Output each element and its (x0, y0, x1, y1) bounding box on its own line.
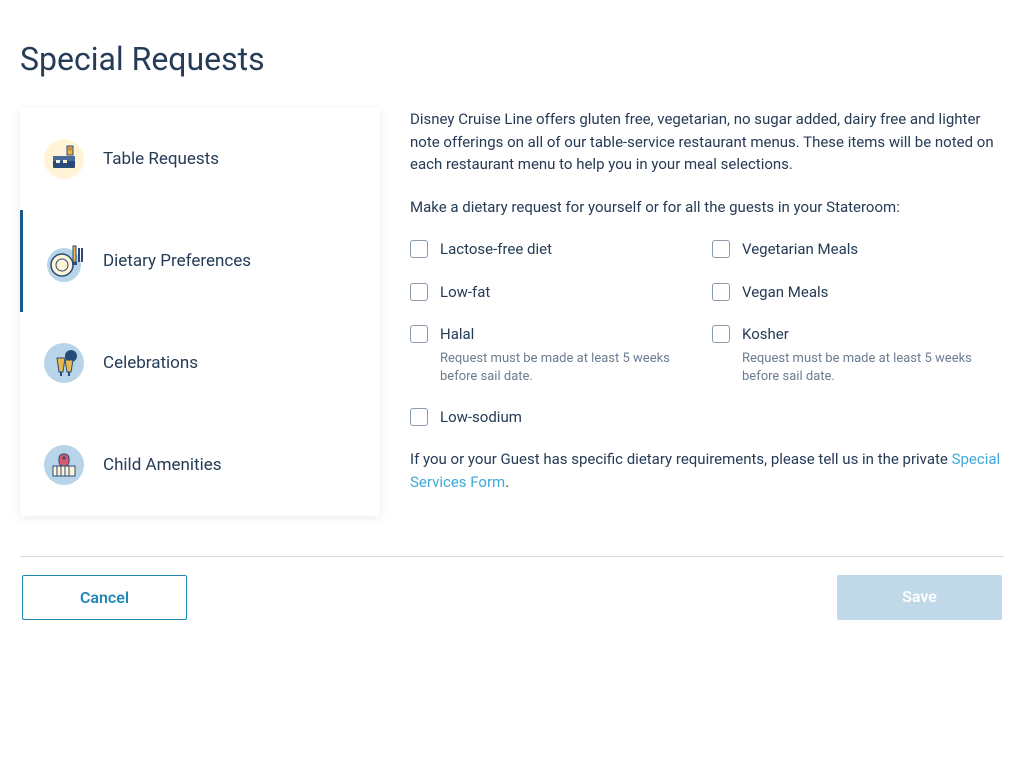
layout: Table Requests Dietary Preferences (20, 108, 1004, 516)
table-icon (43, 138, 85, 180)
option-vegan: Vegan Meals (712, 281, 1004, 304)
sidebar-item-child-amenities[interactable]: Child Amenities (20, 414, 380, 516)
option-vegetarian: Vegetarian Meals (712, 238, 1004, 261)
sidebar-item-label: Celebrations (103, 353, 198, 373)
footer-prefix: If you or your Guest has specific dietar… (410, 450, 952, 468)
option-note: Request must be made at least 5 weeks be… (742, 350, 1004, 386)
option-label: Lactose-free diet (440, 238, 552, 261)
footer-text: If you or your Guest has specific dietar… (410, 448, 1004, 493)
checkbox[interactable] (410, 408, 428, 426)
cancel-button[interactable]: Cancel (22, 575, 187, 620)
checkbox[interactable] (712, 283, 730, 301)
sidebar-item-celebrations[interactable]: Celebrations (20, 312, 380, 414)
intro-text: Disney Cruise Line offers gluten free, v… (410, 108, 1004, 176)
checkbox[interactable] (410, 283, 428, 301)
sidebar-item-table-requests[interactable]: Table Requests (20, 108, 380, 210)
page-title: Special Requests (20, 40, 1004, 78)
sidebar-item-label: Dietary Preferences (103, 251, 251, 271)
sidebar-item-label: Table Requests (103, 149, 219, 169)
option-label: Vegan Meals (742, 281, 828, 304)
sidebar-item-label: Child Amenities (103, 455, 222, 475)
sidebar-item-dietary-preferences[interactable]: Dietary Preferences (20, 210, 380, 312)
divider (20, 556, 1004, 557)
content-panel: Disney Cruise Line offers gluten free, v… (410, 108, 1004, 516)
option-halal: Halal Request must be made at least 5 we… (410, 323, 702, 386)
subheading: Make a dietary request for yourself or f… (410, 196, 1004, 219)
option-note: Request must be made at least 5 weeks be… (440, 350, 702, 386)
sidebar: Table Requests Dietary Preferences (20, 108, 380, 516)
checkbox[interactable] (410, 325, 428, 343)
dietary-options: Lactose-free diet Vegetarian Meals Low-f… (410, 238, 1004, 428)
option-lactose-free: Lactose-free diet (410, 238, 702, 261)
option-low-fat: Low-fat (410, 281, 702, 304)
option-low-sodium: Low-sodium (410, 406, 702, 429)
celebration-icon (43, 342, 85, 384)
option-kosher: Kosher Request must be made at least 5 w… (712, 323, 1004, 386)
option-label: Low-fat (440, 281, 490, 304)
actions-bar: Cancel Save (20, 575, 1004, 620)
checkbox[interactable] (410, 240, 428, 258)
option-label: Halal (440, 323, 702, 346)
checkbox[interactable] (712, 325, 730, 343)
checkbox[interactable] (712, 240, 730, 258)
dining-icon (43, 240, 85, 282)
save-button[interactable]: Save (837, 575, 1002, 620)
option-label: Vegetarian Meals (742, 238, 858, 261)
child-amenities-icon (43, 444, 85, 486)
option-label: Kosher (742, 323, 1004, 346)
option-label: Low-sodium (440, 406, 522, 429)
footer-suffix: . (505, 473, 509, 491)
